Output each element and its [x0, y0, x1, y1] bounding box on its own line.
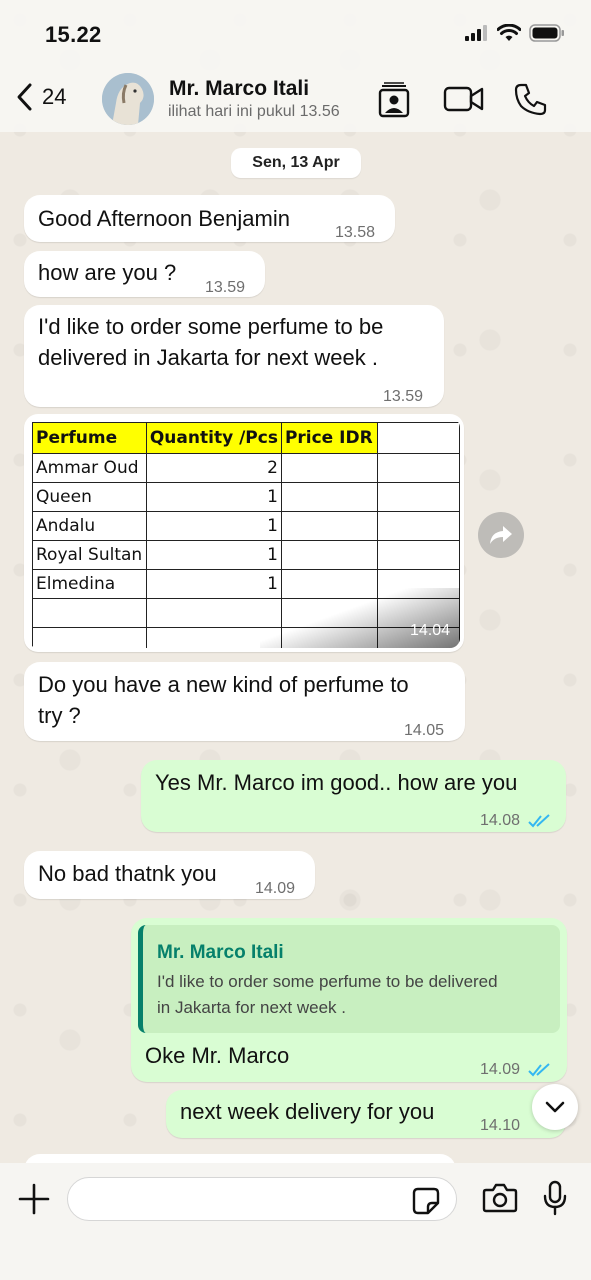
forward-icon	[490, 526, 512, 544]
table-cell: Elmedina	[32, 569, 147, 599]
message-text-line: Do you have a new kind of perfume to	[38, 672, 409, 697]
table-header-row: Perfume Quantity /Pcs Price IDR	[32, 422, 460, 454]
message-time-with-ticks: 14.08	[480, 805, 552, 836]
table-row: Andalu 1	[32, 511, 460, 541]
message-bubble[interactable]: No bad thatnk you 14.09	[24, 851, 315, 899]
table-cell	[280, 511, 378, 541]
status-icons	[465, 24, 565, 42]
message-time: 14.09	[480, 1061, 521, 1078]
camera-icon[interactable]	[482, 1183, 518, 1213]
table-cell: Ammar Oud	[32, 453, 147, 483]
message-bubble[interactable]: I'd like to order some perfume to be del…	[24, 305, 444, 407]
table-cell	[376, 453, 460, 483]
phone-icon[interactable]	[514, 82, 548, 116]
spreadsheet-image: Perfume Quantity /Pcs Price IDR Ammar Ou…	[28, 418, 460, 648]
quote-text-line: in Jakarta for next week .	[157, 998, 346, 1017]
message-text: Yes Mr. Marco im good.. how are you	[155, 770, 518, 795]
unread-count: 24	[42, 84, 67, 109]
table-cell: 1	[145, 511, 282, 541]
quote-text: I'd like to order some perfume to be del…	[157, 969, 557, 1021]
message-bubble-outgoing[interactable]: Yes Mr. Marco im good.. how are you 14.0…	[141, 760, 566, 832]
table-row: Royal Sultan 1	[32, 540, 460, 570]
sticker-icon[interactable]	[412, 1187, 440, 1215]
back-chevron-icon	[17, 83, 32, 111]
table-header-cell: Perfume	[32, 422, 147, 454]
message-bubble[interactable]: Good Afternoon Benjamin 13.58	[24, 195, 395, 242]
message-time: 14.05	[404, 722, 445, 739]
table-header-cell: Price IDR	[280, 422, 378, 454]
signal-icon	[465, 25, 487, 41]
microphone-icon[interactable]	[542, 1180, 568, 1216]
message-time: 14.04	[409, 622, 450, 639]
contacts-icon[interactable]	[376, 82, 412, 118]
status-time: 15.22	[45, 22, 102, 47]
forward-button[interactable]	[478, 512, 524, 558]
message-bubble-outgoing[interactable]: next week delivery for you 14.10	[166, 1090, 566, 1138]
message-time: 14.10	[480, 1117, 521, 1134]
message-time: 13.58	[335, 224, 376, 241]
message-input[interactable]	[67, 1177, 457, 1221]
chat-header: 24 Mr. Marco Itali ilihat hari ini pukul…	[0, 66, 591, 132]
table-cell	[280, 453, 378, 483]
message-input-bar	[0, 1163, 591, 1280]
table-row: Ammar Oud 2	[32, 453, 460, 483]
video-call-icon[interactable]	[443, 82, 485, 116]
read-ticks-icon	[527, 814, 550, 828]
battery-icon	[529, 24, 564, 42]
table-cell	[376, 482, 460, 512]
message-bubble[interactable]: how are you ? 13.59	[24, 251, 265, 297]
table-cell: Queen	[32, 482, 147, 512]
message-time: 13.59	[383, 388, 424, 405]
date-chip: Sen, 13 Apr	[231, 148, 361, 178]
back-button[interactable]: 24	[14, 82, 66, 112]
wifi-icon	[497, 24, 521, 41]
last-seen-text: ilihat hari ini pukul 13.56	[168, 103, 340, 120]
status-bar: 15.22	[0, 0, 591, 66]
message-time: 14.09	[255, 880, 296, 897]
table-cell	[376, 540, 460, 570]
table-cell	[32, 627, 147, 648]
quoted-message[interactable]: Mr. Marco Itali I'd like to order some p…	[138, 925, 560, 1033]
message-text: No bad thatnk you	[38, 861, 217, 886]
message-text-line: delivered in Jakarta for next week .	[38, 345, 378, 370]
table-header-cell: Quantity /Pcs	[145, 422, 282, 454]
table-cell	[280, 540, 378, 570]
table-cell	[280, 482, 378, 512]
plus-icon[interactable]	[18, 1183, 50, 1215]
message-text: Good Afternoon Benjamin	[38, 206, 290, 231]
message-time: 14.08	[480, 812, 521, 829]
contact-name[interactable]: Mr. Marco Itali	[169, 77, 309, 101]
read-ticks-icon	[527, 1063, 550, 1077]
message-text: next week delivery for you	[180, 1099, 435, 1124]
message-bubble-outgoing-reply[interactable]: Mr. Marco Itali I'd like to order some p…	[131, 918, 567, 1082]
message-bubble[interactable]: Do you have a new kind of perfume to try…	[24, 662, 465, 741]
quote-sender-name: Mr. Marco Itali	[157, 942, 284, 963]
message-text: Oke Mr. Marco	[145, 1043, 290, 1068]
message-time-with-ticks: 14.09	[480, 1054, 552, 1085]
message-time: 13.59	[205, 279, 246, 296]
table-cell	[376, 511, 460, 541]
table-row: Queen 1	[32, 482, 460, 512]
scroll-to-bottom-button[interactable]	[532, 1084, 578, 1130]
image-message[interactable]: Perfume Quantity /Pcs Price IDR Ammar Ou…	[24, 414, 464, 652]
table-cell: 2	[145, 453, 282, 483]
horse-avatar-image	[102, 73, 154, 125]
table-cell: 1	[145, 540, 282, 570]
message-text: how are you ?	[38, 260, 177, 285]
message-text-line: try ?	[38, 703, 81, 728]
table-cell: 1	[145, 482, 282, 512]
table-cell	[32, 598, 147, 628]
chevron-down-icon	[545, 1101, 565, 1113]
message-text-line: I'd like to order some perfume to be	[38, 314, 384, 339]
avatar[interactable]	[102, 73, 154, 125]
table-cell: Andalu	[32, 511, 147, 541]
table-header-cell	[376, 422, 460, 454]
quote-text-line: I'd like to order some perfume to be del…	[157, 972, 498, 991]
table-cell: Royal Sultan	[32, 540, 147, 570]
